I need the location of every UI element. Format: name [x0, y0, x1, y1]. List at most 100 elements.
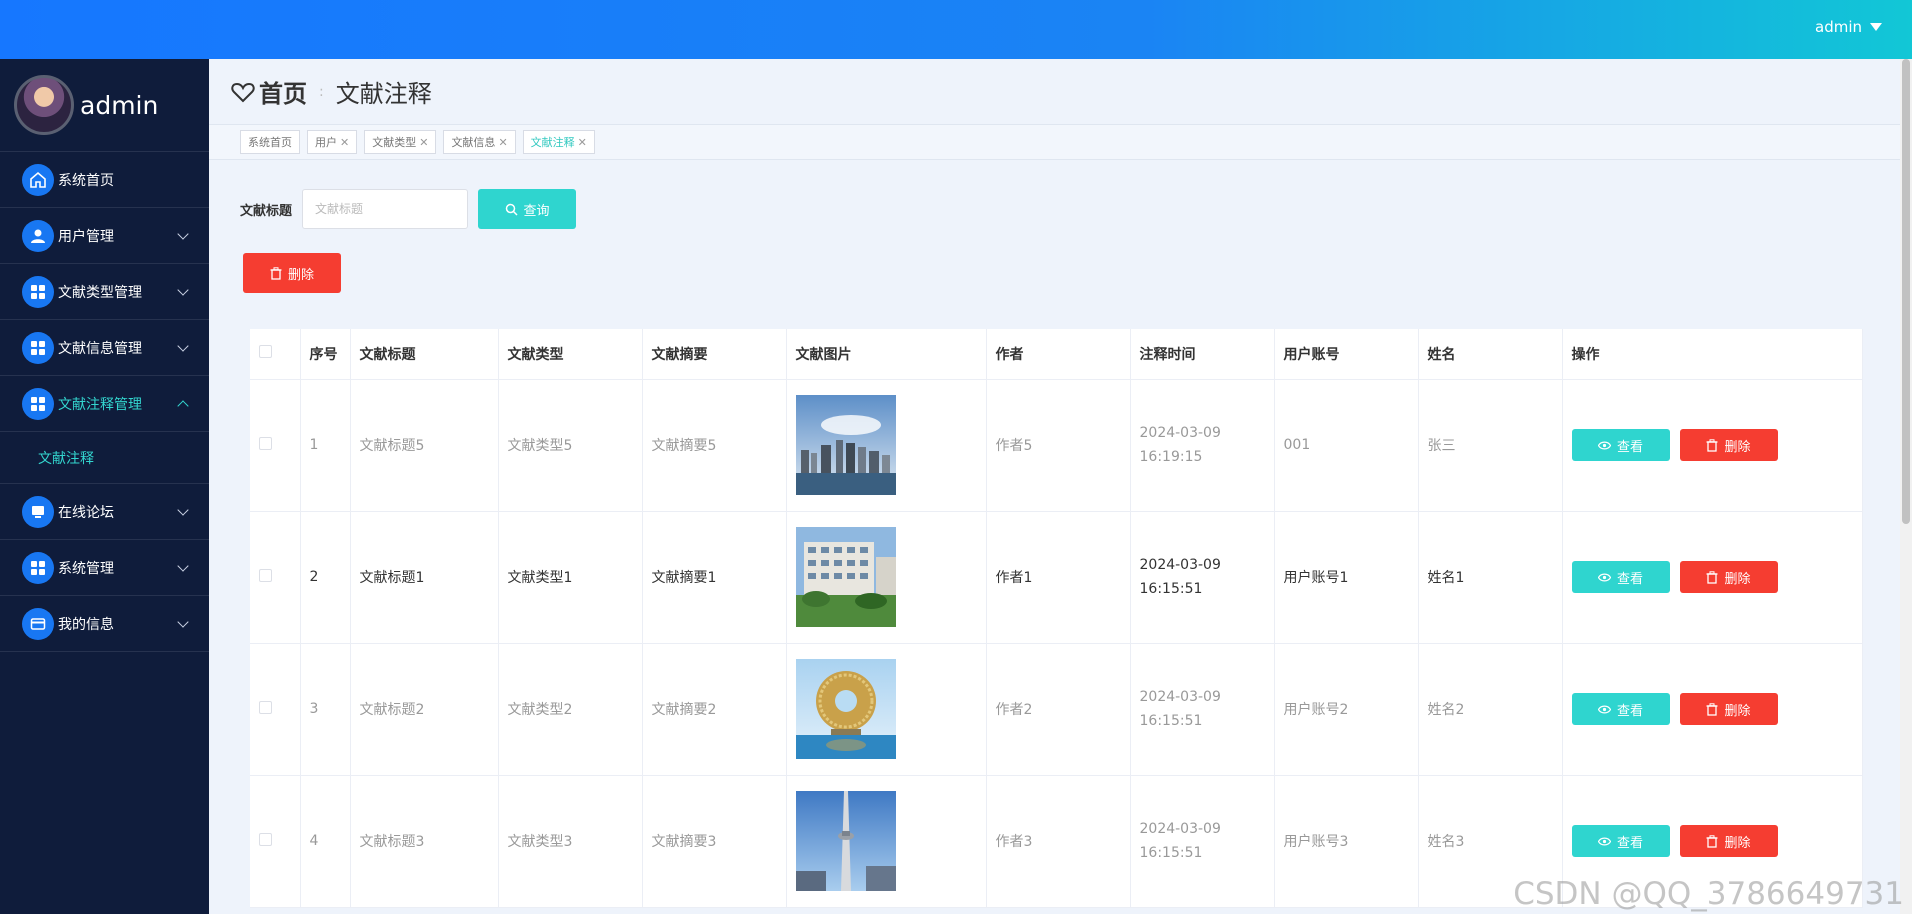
cell-author: 作者2: [986, 643, 1131, 776]
column-header: 文献类型: [498, 329, 643, 380]
tv-tower-image: [795, 791, 896, 891]
cell-title: 文献标题3: [350, 775, 499, 908]
delete-label: 删除: [1724, 571, 1751, 587]
view-button[interactable]: 查看: [1571, 429, 1670, 461]
delete-label: 删除: [1724, 835, 1751, 851]
query-button-label: 查询: [523, 203, 550, 219]
sidebar-item-doc-types[interactable]: 文献类型管理: [0, 264, 209, 320]
tab-doc-annotations[interactable]: 文献注释 ✕: [522, 130, 595, 154]
sidebar-item-forum[interactable]: 在线论坛: [0, 484, 209, 540]
view-button[interactable]: 查看: [1571, 825, 1670, 857]
cell-image: [786, 643, 987, 776]
cell-time: 2024-03-09 16:15:51: [1130, 511, 1275, 644]
annotation-time: 2024-03-09 16:15:51: [1139, 557, 1221, 597]
delete-button[interactable]: 删除: [1679, 429, 1778, 461]
column-header: 文献摘要: [642, 329, 787, 380]
cell-time: 2024-03-09 16:15:51: [1130, 775, 1275, 908]
vertical-scrollbar[interactable]: [1900, 59, 1912, 914]
card-icon: [22, 607, 54, 640]
tab-label: 文献类型: [372, 136, 417, 149]
sidebar-subitem-label: 文献注释: [38, 450, 94, 467]
cell-type: 文献类型1: [498, 511, 643, 644]
cell-time: 2024-03-09 16:19:15: [1130, 379, 1275, 512]
sidebar-item-label: 文献类型管理: [58, 284, 142, 301]
cell-title: 文献标题5: [350, 379, 499, 512]
sidebar-item-home[interactable]: 系统首页: [0, 152, 209, 208]
tab-label: 用户: [315, 136, 337, 149]
cell-no: 1: [300, 379, 351, 512]
table-row: 2 文献标题1 文献类型1 文献摘要1 作者1 2024-03-09 16:15…: [250, 511, 1863, 644]
eye-icon: [1597, 837, 1611, 845]
tab-bar: 系统首页 用户 ✕ 文献类型 ✕ 文献信息 ✕ 文献注释 ✕: [209, 124, 1900, 160]
grid-icon: [22, 387, 54, 420]
cell-account: 用户账号3: [1274, 775, 1419, 908]
monitor-icon: [22, 495, 54, 528]
close-icon[interactable]: ✕: [340, 136, 349, 149]
row-checkbox[interactable]: [259, 700, 272, 714]
user-menu[interactable]: admin: [1815, 18, 1882, 36]
cell-author: 作者3: [986, 775, 1131, 908]
sidebar: admin 系统首页 用户管理 文献类型管理 文献信息管理 文献注释管理 文献注…: [0, 59, 209, 914]
row-checkbox-cell: [250, 643, 301, 776]
search-input[interactable]: [302, 189, 469, 229]
username-label: admin: [1815, 18, 1862, 36]
row-checkbox[interactable]: [259, 436, 272, 450]
cell-account: 用户账号1: [1274, 511, 1419, 644]
cell-no: 3: [300, 643, 351, 776]
grid-icon: [22, 275, 54, 308]
tab-users[interactable]: 用户 ✕: [307, 130, 358, 154]
view-button[interactable]: 查看: [1571, 693, 1670, 725]
chevron-down-icon: [177, 560, 189, 572]
query-button[interactable]: 查询: [478, 189, 577, 229]
cell-image: [786, 379, 987, 512]
view-button[interactable]: 查看: [1571, 561, 1670, 593]
row-checkbox[interactable]: [259, 832, 272, 846]
tab-doc-types[interactable]: 文献类型 ✕: [364, 130, 437, 154]
search-label: 文献标题: [240, 203, 293, 219]
column-header: 文献标题: [350, 329, 499, 380]
close-icon[interactable]: ✕: [578, 136, 587, 149]
sidebar-item-users[interactable]: 用户管理: [0, 208, 209, 264]
row-checkbox-cell: [250, 511, 301, 644]
cell-abstract: 文献摘要5: [642, 379, 787, 512]
chevron-down-icon: [177, 340, 189, 352]
cell-time: 2024-03-09 16:15:51: [1130, 643, 1275, 776]
chevron-up-icon: [177, 400, 189, 412]
sidebar-item-label: 系统管理: [58, 560, 114, 577]
close-icon[interactable]: ✕: [419, 136, 428, 149]
sidebar-item-doc-info[interactable]: 文献信息管理: [0, 320, 209, 376]
row-checkbox-cell: [250, 379, 301, 512]
cell-abstract: 文献摘要2: [642, 643, 787, 776]
delete-button[interactable]: 删除: [1679, 825, 1778, 857]
cell-image: [786, 775, 987, 908]
cell-actions: 查看 删除: [1562, 379, 1863, 512]
cell-image: [786, 511, 987, 644]
batch-delete-button[interactable]: 删除: [243, 253, 341, 293]
view-label: 查看: [1616, 439, 1643, 455]
breadcrumb-separator: :: [319, 83, 324, 100]
sidebar-item-my-info[interactable]: 我的信息: [0, 596, 209, 652]
cell-abstract: 文献摘要3: [642, 775, 787, 908]
delete-button[interactable]: 删除: [1679, 693, 1778, 725]
row-checkbox-cell: [250, 775, 301, 908]
scrollbar-thumb[interactable]: [1902, 59, 1910, 524]
delete-label: 删除: [1724, 703, 1751, 719]
delete-button[interactable]: 删除: [1679, 561, 1778, 593]
breadcrumb-home[interactable]: 首页: [231, 74, 307, 109]
watermark: CSDN @QQ_3786649731: [1513, 876, 1904, 912]
select-all-checkbox[interactable]: [259, 345, 272, 359]
search-icon: [505, 203, 518, 216]
sidebar-item-system[interactable]: 系统管理: [0, 540, 209, 596]
delete-label: 删除: [1724, 439, 1751, 455]
tab-doc-info[interactable]: 文献信息 ✕: [443, 130, 516, 154]
sidebar-subitem-annotations[interactable]: 文献注释: [0, 432, 209, 484]
trash-icon: [270, 266, 282, 280]
tab-home[interactable]: 系统首页: [240, 130, 300, 154]
chevron-down-icon: [177, 504, 189, 516]
heart-icon: [231, 82, 255, 102]
sidebar-item-label: 在线论坛: [58, 504, 114, 521]
close-icon[interactable]: ✕: [498, 136, 507, 149]
sidebar-item-doc-annotations[interactable]: 文献注释管理: [0, 376, 209, 432]
row-checkbox[interactable]: [259, 568, 272, 582]
cell-account: 001: [1274, 379, 1419, 512]
